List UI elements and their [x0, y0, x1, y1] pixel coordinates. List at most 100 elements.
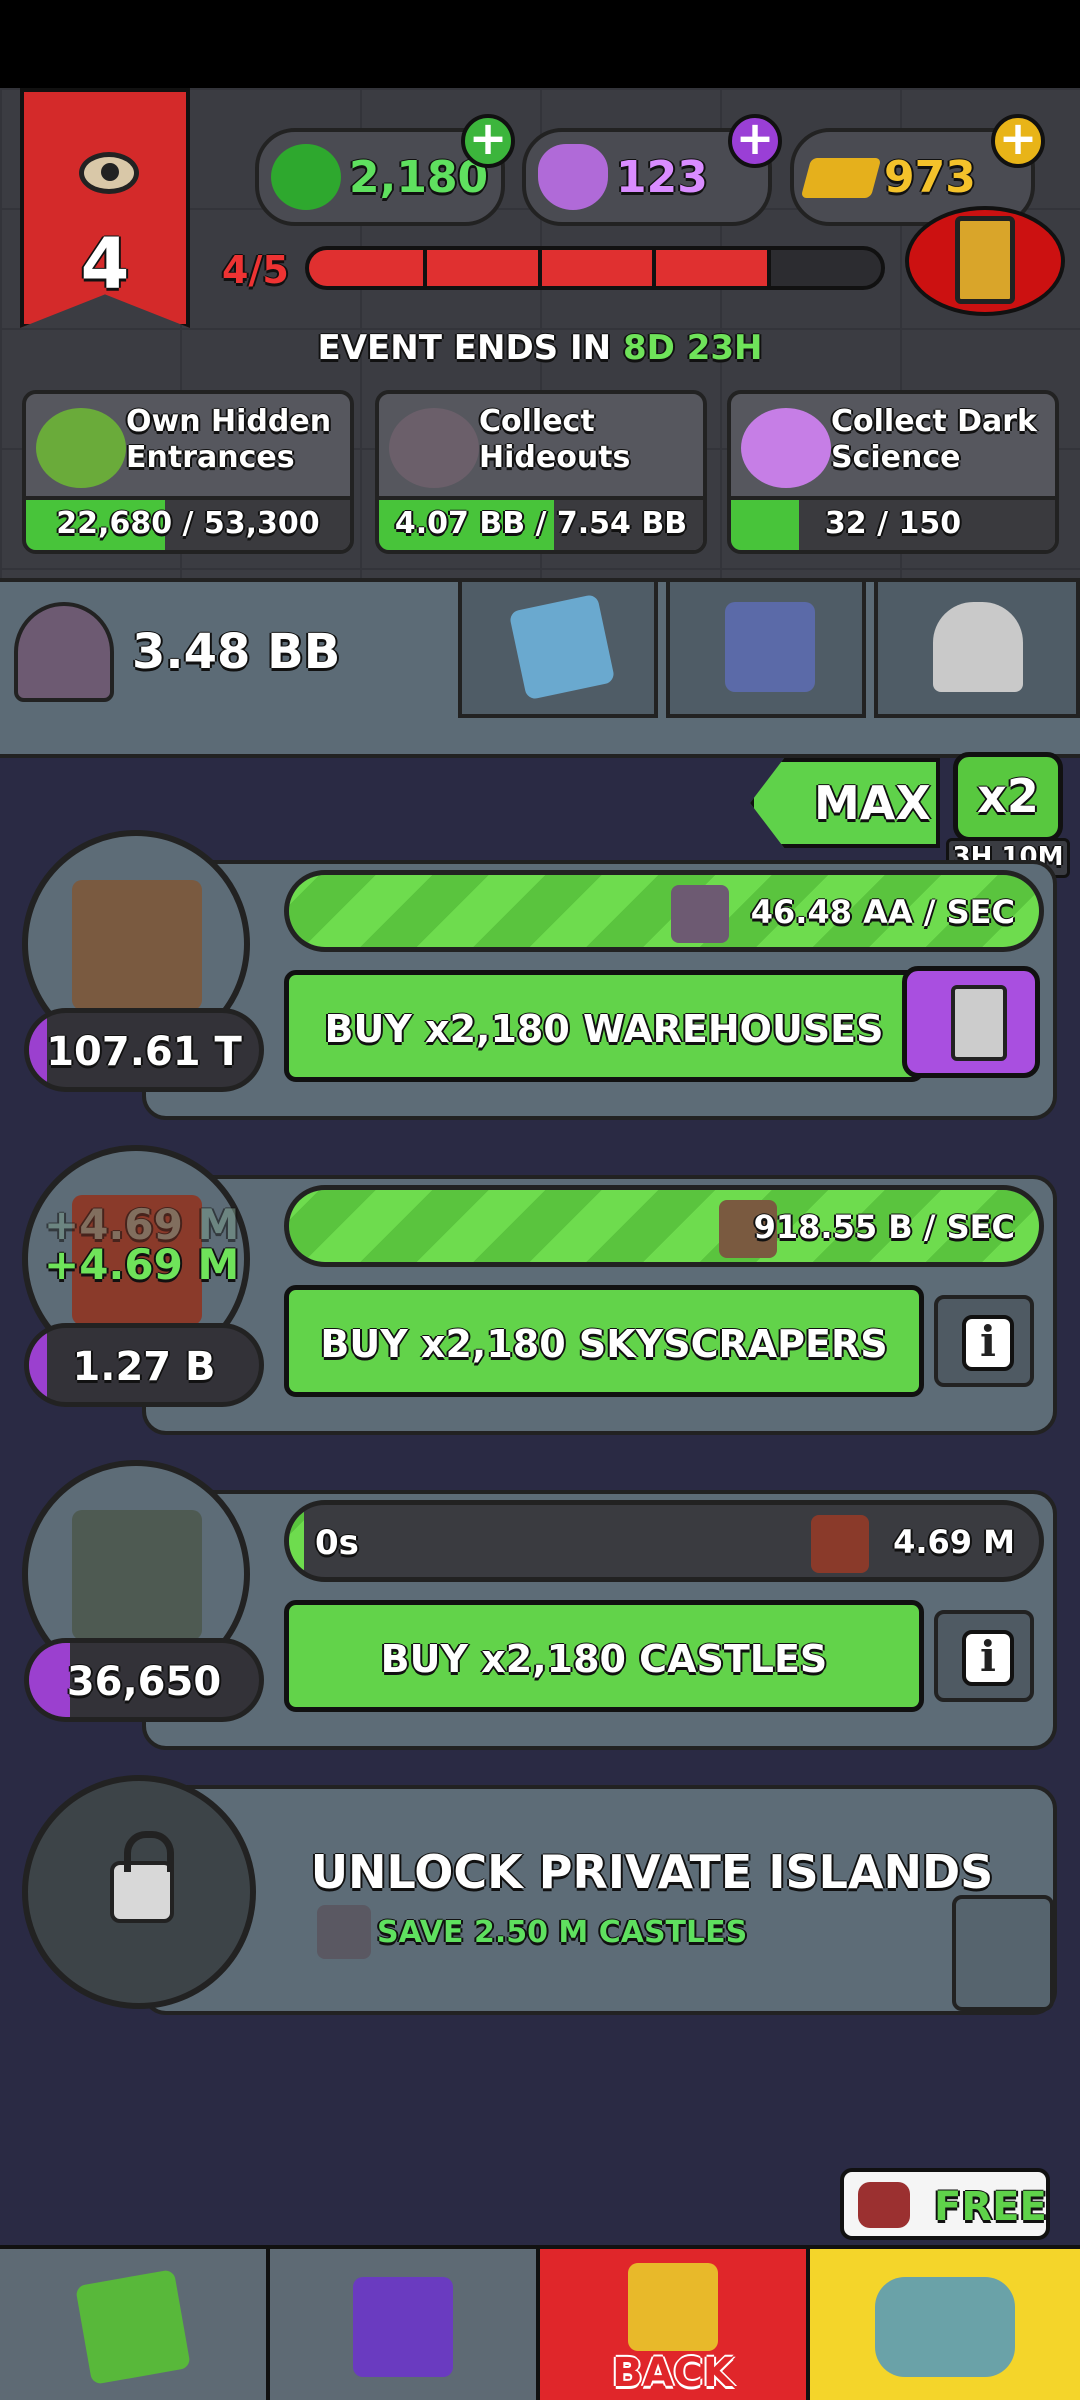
card-icon	[955, 216, 1015, 304]
nav-cards-button[interactable]	[270, 2249, 540, 2400]
skyscraper-icon	[811, 1515, 869, 1573]
status-bar	[0, 0, 1080, 88]
quest-progress-bar: 4.07 BB / 7.54 BB	[379, 496, 703, 550]
nav-back-button[interactable]: BACK	[540, 2249, 810, 2400]
locked-portrait[interactable]	[22, 1775, 256, 2009]
add-gold-button[interactable]: +	[991, 114, 1045, 168]
production-rate: 918.55 B / SEC	[753, 1208, 1015, 1246]
fist-icon	[628, 2263, 718, 2351]
buy-button-label: BUY x2,180 SKYSCRAPERS	[320, 1322, 888, 1366]
padlock-icon	[933, 602, 1023, 692]
xp-label: 4/5	[222, 248, 289, 292]
nav-missions-button[interactable]	[0, 2249, 270, 2400]
bottom-nav: BACK	[0, 2245, 1080, 2400]
production-rate: 46.48 AA / SEC	[750, 893, 1015, 931]
map-scroll-icon	[508, 593, 616, 701]
boost-x2-button[interactable]: x2	[953, 752, 1063, 842]
info-button[interactable]: i	[962, 1630, 1014, 1686]
hideout-total-value: 3.48 BB	[132, 624, 341, 680]
buy-button-label: BUY x2,180 WAREHOUSES	[324, 1007, 884, 1051]
back-label: BACK	[612, 2350, 734, 2396]
card-swap-button[interactable]	[902, 966, 1040, 1078]
free-label: FREE	[934, 2184, 1047, 2230]
production-bar: 0s 4.69 M	[284, 1500, 1044, 1582]
tab-map[interactable]	[458, 582, 658, 718]
dark-science-value: 123	[616, 152, 708, 203]
building-count: 36,650	[24, 1638, 264, 1722]
production-bar: 918.55 B / SEC	[284, 1185, 1044, 1267]
cards-icon	[353, 2277, 453, 2377]
buy-warehouses-button[interactable]: BUY x2,180 WAREHOUSES	[284, 970, 924, 1082]
castle-icon	[72, 1510, 202, 1640]
event-timer-prefix: EVENT ENDS IN	[317, 328, 612, 368]
treasure-chest-icon	[875, 2277, 1015, 2377]
quest-title: Own Hidden Entrances	[126, 404, 332, 475]
quest-progress-text: 4.07 BB / 7.54 BB	[394, 506, 688, 541]
building-row-castles: 36,650 0s 4.69 M BUY x2,180 CASTLES i	[22, 1460, 1062, 1760]
header: 4 2,180 + 123 + 973 + 4/5 EVENT ENDS IN …	[0, 88, 1080, 578]
eye-icon	[79, 152, 139, 194]
tab-locked[interactable]	[874, 582, 1080, 718]
warehouse-icon	[72, 880, 202, 1010]
gold-bar-icon	[800, 158, 882, 198]
add-dark-science-button[interactable]: +	[728, 114, 782, 168]
panel-corner-box	[952, 1895, 1054, 2011]
resource-tabs-row: 3.48 BB	[0, 578, 1080, 758]
hideout-total: 3.48 BB	[14, 602, 340, 702]
xp-segment-divider	[537, 250, 542, 286]
card-icon	[951, 985, 1007, 1061]
production-bar: 46.48 AA / SEC	[284, 870, 1044, 952]
quest-progress-text: 22,680 / 53,300	[56, 506, 320, 541]
flag-icon	[75, 2269, 191, 2385]
free-reward-tag[interactable]: FREE	[840, 2168, 1050, 2240]
building-row-skyscrapers: +4.69 M +4.69 M 1.27 B 918.55 B / SEC BU…	[22, 1145, 1062, 1445]
dark-matter-counter: 2,180 +	[255, 114, 515, 226]
event-timer-hours: 23H	[686, 328, 763, 368]
production-timer: 0s	[315, 1523, 359, 1563]
quest-title: Collect Hideouts	[479, 404, 631, 475]
xp-segment-divider	[766, 250, 771, 286]
quest-card[interactable]: Collect Hideouts 4.07 BB / 7.54 BB	[375, 390, 707, 554]
xp-segment-divider	[652, 250, 657, 286]
dark-matter-icon	[271, 144, 341, 210]
event-timer-days: 8D	[622, 328, 675, 368]
tab-cage[interactable]	[666, 582, 866, 718]
production-rate: 4.69 M	[893, 1523, 1015, 1561]
dark-science-counter: 123 +	[522, 114, 782, 226]
xp-segment-divider	[423, 250, 428, 286]
add-dark-matter-button[interactable]: +	[461, 114, 515, 168]
castle-icon	[317, 1905, 371, 1959]
building-count-value: 107.61 T	[46, 1029, 242, 1075]
potion-icon	[741, 408, 831, 488]
hideout-icon	[14, 602, 114, 702]
cage-icon	[725, 602, 815, 692]
quest-title: Collect Dark Science	[831, 404, 1038, 475]
buy-button-label: BUY x2,180 CASTLES	[380, 1637, 828, 1681]
info-button[interactable]: i	[962, 1315, 1014, 1371]
card-pack-badge[interactable]	[905, 206, 1065, 316]
unlock-requirement: SAVE 2.50 M CASTLES	[377, 1915, 748, 1950]
quest-progress-text: 32 / 150	[824, 506, 962, 541]
building-count: 1.27 B	[24, 1323, 264, 1407]
building-info-panel: i	[934, 1610, 1034, 1702]
hideout-icon	[671, 885, 729, 943]
hideout-icon	[389, 408, 479, 488]
xp-progress-bar	[305, 246, 885, 290]
level-number: 4	[80, 223, 130, 305]
building-row-warehouses: 107.61 T 46.48 AA / SEC BUY x2,180 WAREH…	[22, 830, 1062, 1130]
building-count-value: 36,650	[66, 1659, 222, 1705]
buy-skyscrapers-button[interactable]: BUY x2,180 SKYSCRAPERS	[284, 1285, 924, 1397]
quest-progress-bar: 22,680 / 53,300	[26, 496, 350, 550]
building-count: 107.61 T	[24, 1008, 264, 1092]
padlock-icon	[110, 1831, 174, 1923]
quest-card[interactable]: Own Hidden Entrances 22,680 / 53,300	[22, 390, 354, 554]
unlock-title: UNLOCK PRIVATE ISLANDS	[310, 1845, 994, 1899]
locked-panel	[142, 1785, 1057, 2015]
buy-castles-button[interactable]: BUY x2,180 CASTLES	[284, 1600, 924, 1712]
quest-card[interactable]: Collect Dark Science 32 / 150	[727, 390, 1059, 554]
boost-x2-label: x2	[977, 769, 1039, 823]
quest-progress-bar: 32 / 150	[731, 496, 1055, 550]
nav-shop-button[interactable]	[810, 2249, 1080, 2400]
building-count-value: 1.27 B	[72, 1344, 216, 1390]
hidden-entrance-icon	[36, 408, 126, 488]
